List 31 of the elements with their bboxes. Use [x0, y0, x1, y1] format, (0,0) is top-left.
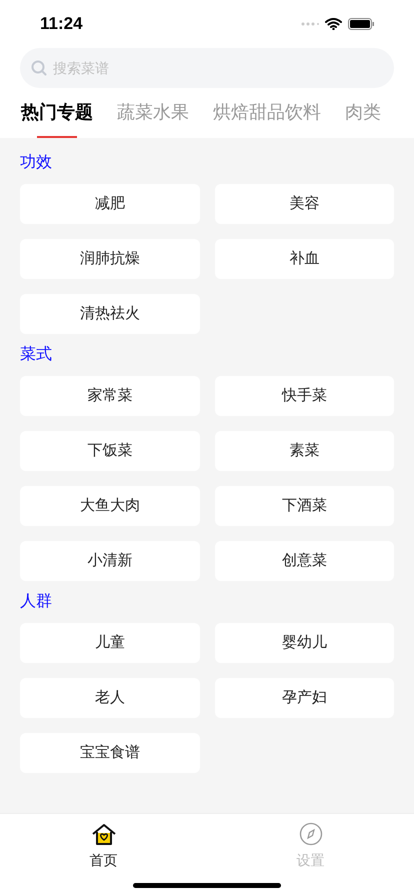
search-icon [31, 60, 47, 76]
house-heart-icon [90, 822, 116, 846]
topic-button[interactable]: 素菜 [214, 431, 394, 471]
topic-button[interactable]: 孕产妇 [214, 678, 394, 718]
wifi-icon [325, 18, 342, 30]
section-title: 功效 [20, 152, 53, 173]
tab-bar-item[interactable]: 首页 [0, 822, 207, 871]
topic-button[interactable]: 清热祛火 [20, 294, 200, 334]
topic-button[interactable]: 创意菜 [214, 541, 394, 581]
tab-indicator [37, 136, 77, 138]
topic-button[interactable]: 补血 [214, 239, 394, 279]
battery-icon [348, 18, 374, 30]
status-time: 11:24 [40, 13, 83, 36]
compass-icon [298, 822, 322, 846]
category-tab[interactable]: 热门专题 [21, 99, 93, 138]
topic-button[interactable]: 老人 [20, 678, 200, 718]
topic-button[interactable]: 下酒菜 [214, 486, 394, 526]
topic-button[interactable]: 润肺抗燥 [20, 239, 200, 279]
topic-button[interactable]: 小清新 [20, 541, 200, 581]
topic-button[interactable]: 减肥 [20, 184, 200, 224]
topic-button[interactable]: 婴幼儿 [214, 623, 394, 663]
topic-button[interactable]: 快手菜 [214, 376, 394, 416]
topic-button[interactable]: 大鱼大肉 [20, 486, 200, 526]
topic-button[interactable]: 儿童 [20, 623, 200, 663]
section-title: 人群 [20, 592, 53, 612]
section-title: 菜式 [20, 344, 53, 365]
topic-button[interactable]: 宝宝食谱 [20, 733, 200, 773]
topic-button[interactable]: 家常菜 [20, 376, 200, 416]
topic-button[interactable]: 美容 [214, 184, 394, 224]
signal-icon [301, 22, 319, 26]
topic-button[interactable]: 下饭菜 [20, 431, 200, 471]
